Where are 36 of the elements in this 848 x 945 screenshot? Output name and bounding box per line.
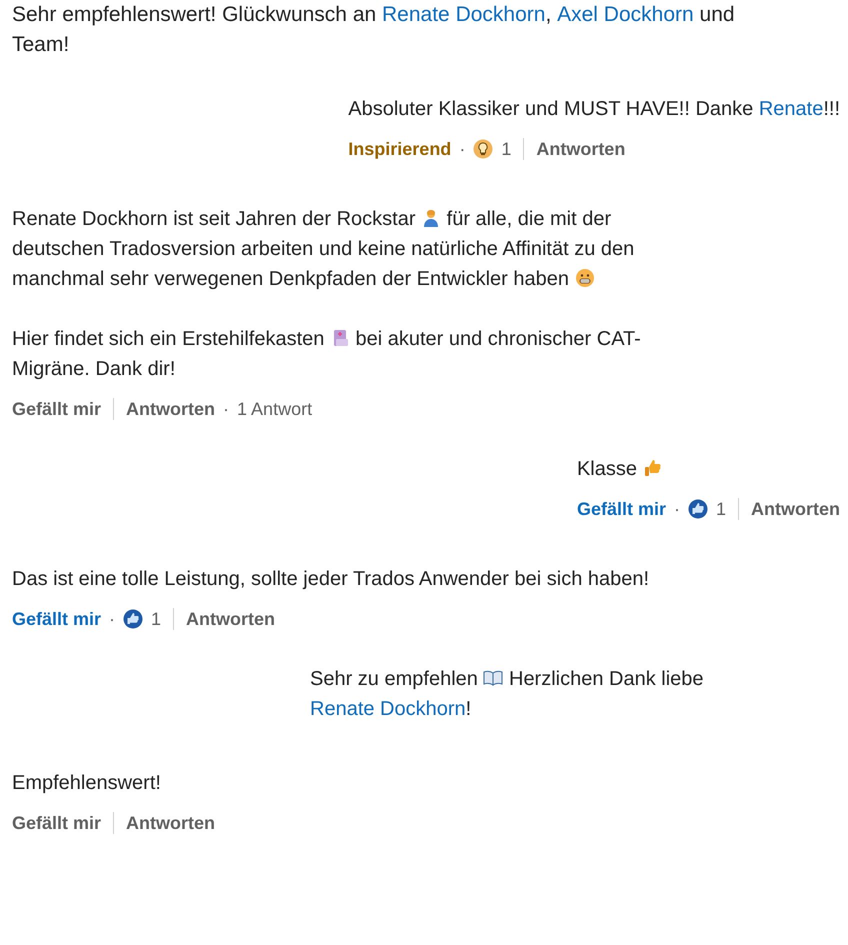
reply-button[interactable]: Antworten [536, 138, 626, 160]
reaction-count: 1 [151, 608, 162, 630]
thumbs-up-icon [688, 499, 708, 519]
reaction-button[interactable]: Inspirierend [348, 138, 452, 160]
book-icon [483, 668, 504, 688]
lightbulb-icon [473, 139, 494, 159]
reaction-button[interactable]: Gefällt mir [12, 812, 102, 834]
reply-button[interactable]: Antworten [126, 812, 216, 834]
comment-text: Hier findet sich ein Erstehilfekasten bei akuter und chronischer CAT-Migräne. Dank dir! [12, 327, 642, 382]
comment-text: Absoluter Klassiker und MUST HAVE!! Danke Renate!!! [348, 97, 840, 122]
reaction-count: 1 [501, 138, 512, 160]
separator-dot: · [674, 498, 680, 520]
thumbs-up-icon [123, 609, 144, 629]
mention-link[interactable]: Axel Dockhorn [557, 3, 694, 26]
reaction-button[interactable]: Gefällt mir [576, 498, 666, 520]
separator-dot: · [459, 138, 466, 160]
comment-text: Sehr empfehlenswert! Glückwunsch an Renate Dockhorn, Axel Dockhorn und Team! [12, 2, 736, 58]
reply-count-link[interactable]: 1 Antwort [237, 398, 312, 420]
reaction-button[interactable]: Gefällt mir [12, 398, 102, 420]
separator-dot: · [109, 608, 116, 630]
mention-link[interactable]: Renate Dockhorn [310, 698, 466, 720]
comment-text: Empfehlenswert! [12, 771, 162, 796]
mention-link[interactable]: Renate [758, 98, 824, 120]
comment-text: Renate Dockhorn ist seit Jahren der Rockstar für alle, die mit der deutschen Tradosversion arbeiten und keine natürliche Affinität zu den manchmal sehr verwegenen Denkpfaden der Entwickler haben [12, 207, 636, 292]
comment-text: Sehr zu empfehlen Herzlichen Dank liebe Renate Dockhorn! [310, 667, 705, 722]
mention-link[interactable]: Renate Dockhorn [382, 3, 546, 26]
reaction-button[interactable]: Gefällt mir [12, 608, 102, 630]
reply-button[interactable]: Antworten [751, 498, 840, 520]
reaction-count: 1 [716, 498, 726, 520]
reply-button[interactable]: Antworten [126, 398, 216, 420]
comment-text: Klasse [576, 454, 840, 484]
separator-dot: · [223, 398, 230, 420]
grimace-face-icon [574, 268, 595, 288]
reply-button[interactable]: Antworten [186, 608, 276, 630]
comment-text: Das ist eine tolle Leistung, sollte jeder Trados Anwender bei sich haben! [12, 567, 650, 592]
thumbs-up-icon [642, 458, 663, 478]
